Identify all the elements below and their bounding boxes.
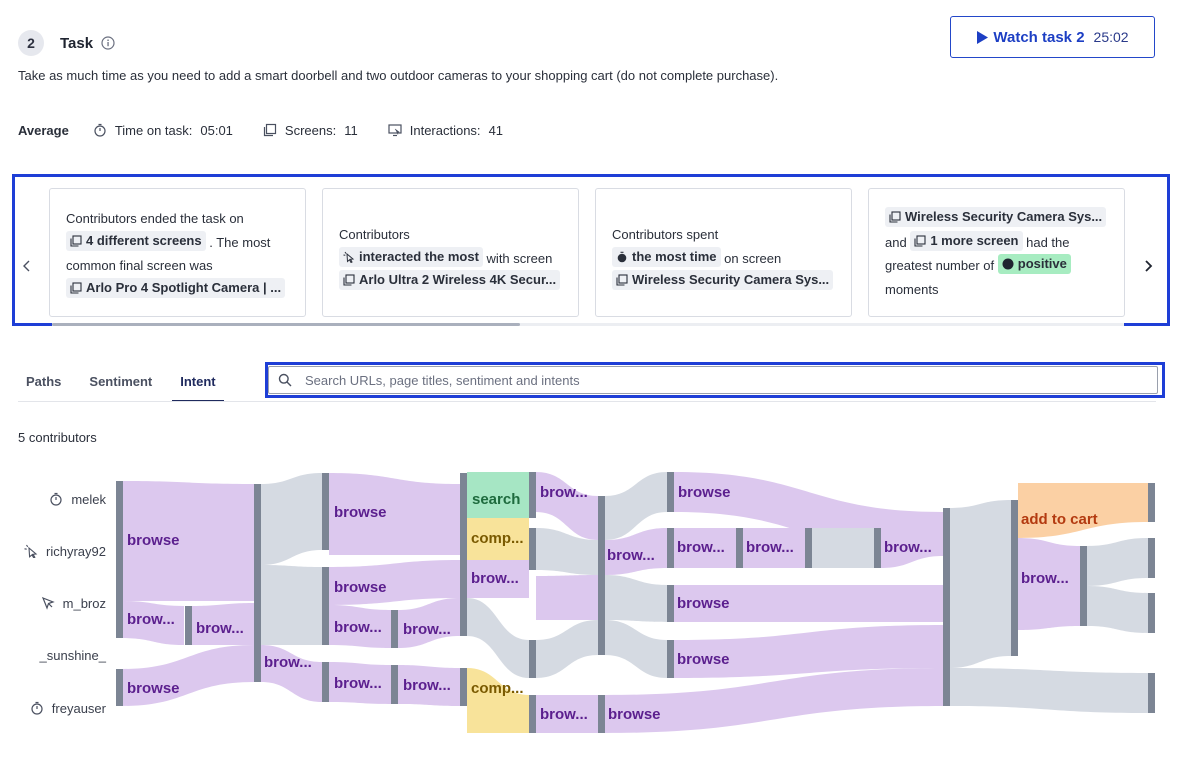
flow-node-bar <box>667 585 674 622</box>
flow-node-bar <box>529 528 536 570</box>
node-browse-truncated[interactable]: brow... <box>540 706 588 723</box>
flow-node-bar <box>1148 538 1155 578</box>
flow-link[interactable] <box>1087 538 1148 586</box>
node-browse[interactable]: browse <box>678 484 731 501</box>
flow-node-bar <box>116 669 123 706</box>
node-browse-truncated[interactable]: brow... <box>607 547 655 564</box>
flow-node-bar <box>667 640 674 678</box>
flow-node-bar <box>874 528 881 568</box>
node-browse[interactable]: browse <box>608 706 661 723</box>
node-comp[interactable]: comp... <box>471 680 524 697</box>
node-browse-truncated[interactable]: brow... <box>884 539 932 556</box>
flow-node-bar <box>1080 546 1087 626</box>
node-add-to-cart[interactable]: add to cart <box>1021 511 1098 528</box>
flow-node-bar <box>460 473 467 636</box>
node-browse-truncated[interactable]: brow... <box>677 539 725 556</box>
flow-node-bar <box>529 640 536 678</box>
flow-node-bar <box>460 668 467 706</box>
node-browse-truncated[interactable]: brow... <box>403 677 451 694</box>
flow-node-bar <box>254 484 261 682</box>
flow-node-bar <box>322 567 329 645</box>
flow-node-bar <box>736 528 743 568</box>
node-search[interactable]: search <box>472 491 520 508</box>
flow-node-bar <box>116 481 123 638</box>
node-browse[interactable]: browse <box>127 532 180 549</box>
flow-node-bar <box>667 472 674 512</box>
flow-node-bar <box>805 528 812 568</box>
flow-node-bar <box>598 695 605 733</box>
node-browse[interactable]: browse <box>334 579 387 596</box>
flow-node-bar <box>1148 673 1155 713</box>
flow-node-bar <box>322 662 329 702</box>
node-browse[interactable]: browse <box>677 651 730 668</box>
flow-node-bar <box>391 665 398 704</box>
node-browse-truncated[interactable]: brow... <box>264 654 312 671</box>
flow-link-comp[interactable] <box>467 668 529 733</box>
node-browse-truncated[interactable]: brow... <box>540 484 588 501</box>
node-browse-truncated[interactable]: brow... <box>196 620 244 637</box>
node-browse[interactable]: browse <box>127 680 180 697</box>
flow-link[interactable] <box>467 598 529 678</box>
flow-link[interactable] <box>949 668 1148 713</box>
flow-node-bar <box>1148 483 1155 522</box>
flow-node-bar <box>185 606 192 645</box>
flow-link[interactable] <box>261 565 322 645</box>
flow-node-bar <box>1148 593 1155 633</box>
node-comp[interactable]: comp... <box>471 530 524 547</box>
flow-node-bar <box>1011 500 1018 656</box>
flow-link[interactable] <box>605 575 667 622</box>
node-browse-truncated[interactable]: brow... <box>471 570 519 587</box>
flow-node-bar <box>322 473 329 550</box>
intent-flow-diagram: browse brow... brow... browse brow... browse b… <box>116 472 1155 733</box>
flow-link[interactable] <box>605 620 667 678</box>
flow-link[interactable] <box>536 575 598 620</box>
node-browse-truncated[interactable]: brow... <box>334 675 382 692</box>
flow-node-bar <box>598 496 605 655</box>
flow-link[interactable] <box>605 668 943 733</box>
node-browse-truncated[interactable]: brow... <box>334 619 382 636</box>
node-browse[interactable]: browse <box>334 504 387 521</box>
flow-link[interactable] <box>1087 586 1148 633</box>
flow-node-bar <box>943 508 950 706</box>
flow-node-bar <box>529 695 536 733</box>
flow-link[interactable] <box>949 500 1011 668</box>
flow-node-bar <box>391 610 398 648</box>
node-browse-truncated[interactable]: brow... <box>127 611 175 628</box>
flow-link[interactable] <box>261 473 322 565</box>
flow-node-bar <box>667 528 674 568</box>
flow-link[interactable] <box>536 620 598 678</box>
node-browse-truncated[interactable]: brow... <box>1021 570 1069 587</box>
flow-link[interactable] <box>812 528 874 568</box>
node-browse-truncated[interactable]: brow... <box>403 621 451 638</box>
node-browse[interactable]: browse <box>677 595 730 612</box>
flow-node-bar <box>529 472 536 518</box>
node-browse-truncated[interactable]: brow... <box>746 539 794 556</box>
